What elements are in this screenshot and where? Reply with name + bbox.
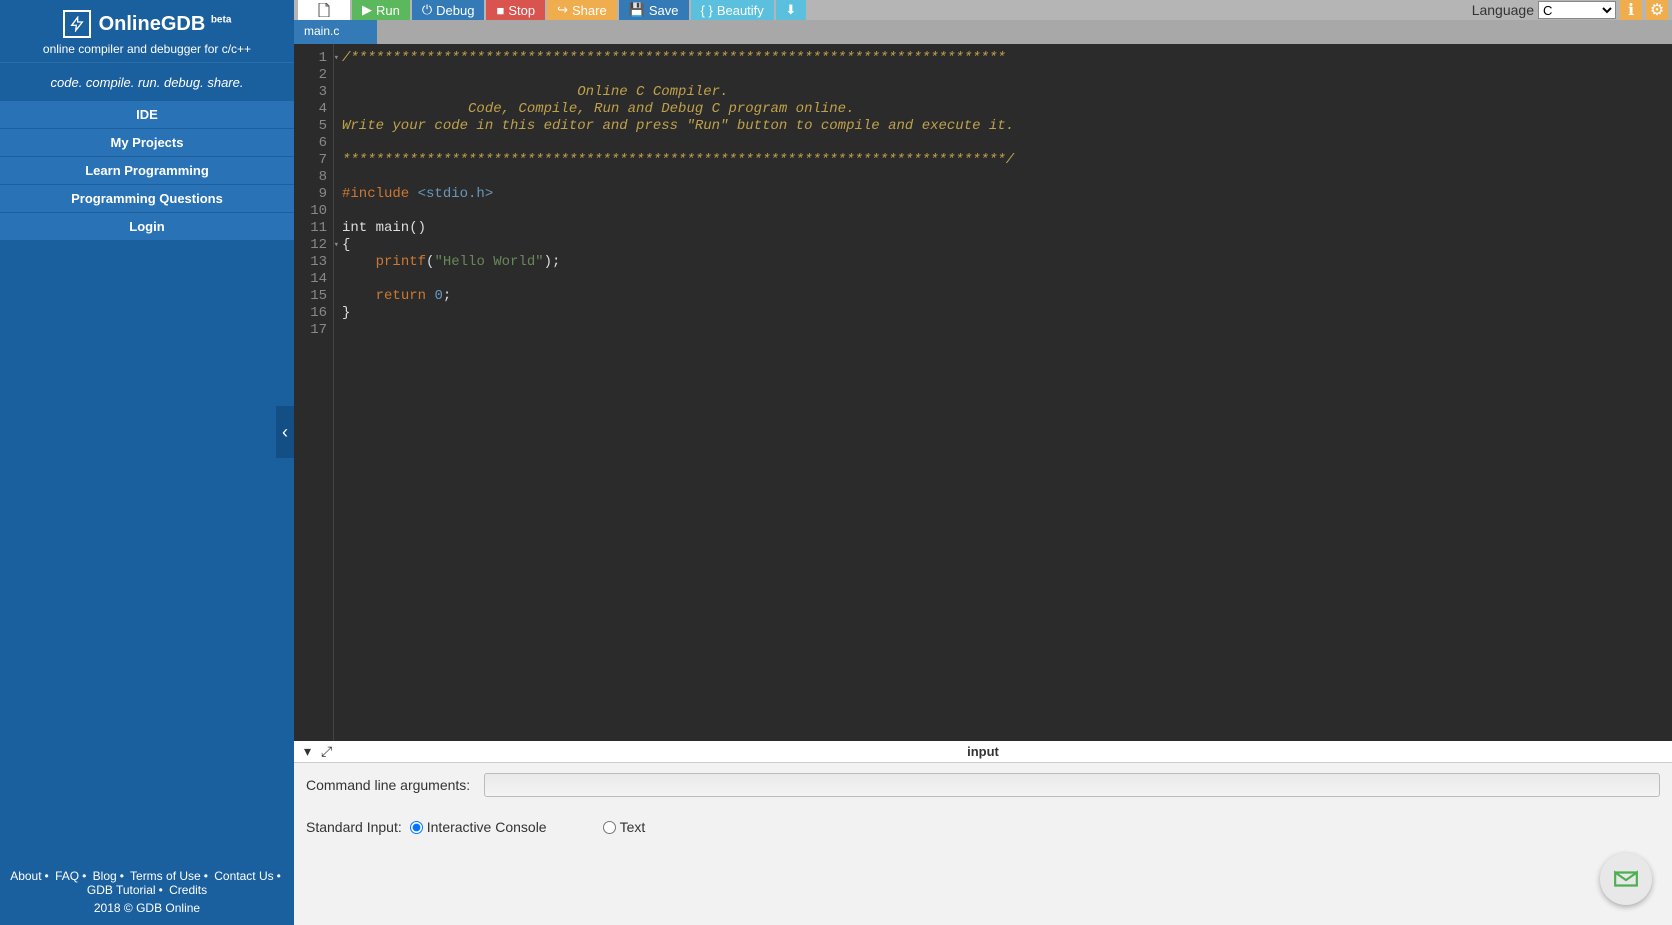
footer-terms[interactable]: Terms of Use [130,869,201,883]
toolbar: ▶Run ⏻Debug ■Stop ↪Share 💾Save { }Beauti… [294,0,1672,20]
sidebar-footer: About• FAQ• Blog• Terms of Use• Contact … [0,863,294,925]
footer-gdb-tutorial[interactable]: GDB Tutorial [87,883,156,897]
sidebar: OnlineGDB beta online compiler and debug… [0,0,294,925]
app-title: OnlineGDB beta [99,13,232,36]
panel-title: input [967,744,999,759]
tab-bar: main.c [294,20,1672,44]
footer-faq[interactable]: FAQ [55,869,79,883]
stop-icon: ■ [496,3,504,18]
settings-button[interactable]: ⚙ [1646,0,1668,20]
chat-button[interactable] [1600,853,1652,905]
logo-icon [63,10,91,38]
collapse-panel-icon[interactable]: ▾ [304,743,311,760]
sidebar-nav: IDE My Projects Learn Programming Progra… [0,100,294,240]
main: ▶Run ⏻Debug ■Stop ↪Share 💾Save { }Beauti… [294,0,1672,925]
nav-login[interactable]: Login [0,212,294,240]
mail-icon [1613,866,1639,892]
info-icon: ℹ [1628,0,1634,20]
stdin-text-option[interactable]: Text [603,819,646,835]
gear-icon: ⚙ [1650,0,1664,20]
info-button[interactable]: ℹ [1620,0,1642,20]
expand-panel-icon[interactable]: ⤢ [321,743,332,760]
stdin-label: Standard Input: [306,819,402,835]
nav-programming-questions[interactable]: Programming Questions [0,184,294,212]
beautify-button[interactable]: { }Beautify [691,0,774,20]
tab-main-c[interactable]: main.c [294,20,377,44]
nav-learn-programming[interactable]: Learn Programming [0,156,294,184]
stdin-interactive-option[interactable]: Interactive Console [410,819,547,835]
footer-credits[interactable]: Credits [169,883,207,897]
share-button[interactable]: ↪Share [547,0,617,20]
stdin-text-radio[interactable] [603,821,616,834]
new-file-button[interactable] [298,0,350,20]
stdin-interactive-radio[interactable] [410,821,423,834]
debug-button[interactable]: ⏻Debug [412,0,485,20]
power-icon: ⏻ [422,2,432,18]
logo-area: OnlineGDB beta online compiler and debug… [0,0,294,62]
tagline: code. compile. run. debug. share. [0,62,294,100]
copyright: 2018 © GDB Online [10,901,284,915]
stop-button[interactable]: ■Stop [486,0,545,20]
share-icon: ↪ [557,2,568,18]
nav-my-projects[interactable]: My Projects [0,128,294,156]
collapse-sidebar-button[interactable]: ‹ [276,406,294,458]
run-button[interactable]: ▶Run [352,0,410,20]
save-button[interactable]: 💾Save [619,0,689,20]
code-area[interactable]: /***************************************… [334,44,1014,741]
footer-about[interactable]: About [10,869,41,883]
cmd-args-label: Command line arguments: [306,777,470,793]
line-gutter: 1234567891011121314151617 [294,44,334,741]
bottom-panel: ▾ ⤢ input Command line arguments: Standa… [294,741,1672,925]
footer-blog[interactable]: Blog [93,869,117,883]
code-editor[interactable]: 1234567891011121314151617 /*************… [294,44,1672,741]
play-icon: ▶ [362,2,372,18]
save-icon: 💾 [629,2,645,18]
app-subtitle: online compiler and debugger for c/c++ [5,42,289,56]
language-label: Language [1472,2,1534,18]
download-icon: ⬇ [785,2,796,18]
language-select[interactable]: C [1538,1,1616,19]
download-button[interactable]: ⬇ [776,0,806,20]
cmd-args-input[interactable] [484,773,1660,797]
nav-ide[interactable]: IDE [0,100,294,128]
braces-icon: { } [701,3,713,18]
footer-contact[interactable]: Contact Us [214,869,273,883]
bottom-panel-header: ▾ ⤢ input [294,741,1672,763]
